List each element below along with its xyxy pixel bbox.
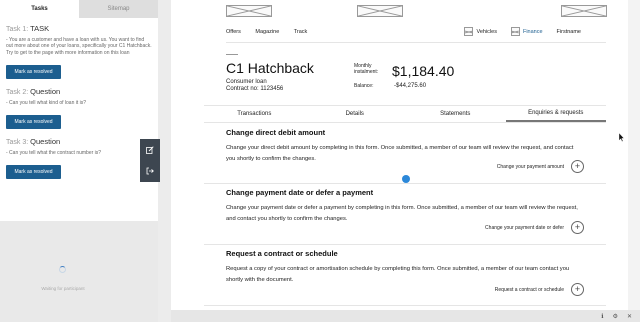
- nav-magazine[interactable]: Magazine: [255, 29, 279, 35]
- divider: [226, 54, 238, 55]
- plus-icon[interactable]: +: [571, 221, 584, 234]
- section-body: Request a copy of your contract or amort…: [226, 266, 570, 283]
- task-description: - Can you tell what the contract number …: [6, 150, 102, 157]
- tab-details[interactable]: Details: [305, 106, 406, 122]
- task-title: TASK: [30, 24, 50, 33]
- tab-tasks[interactable]: Tasks: [0, 0, 79, 18]
- monthly-instalment-value: $1,184.40: [392, 63, 455, 79]
- section-title: Request a contract or schedule: [226, 249, 338, 258]
- task-2: Task 2: Question - Can you tell what kin…: [6, 87, 152, 130]
- account-tabs: Transactions Details Statements Enquirie…: [204, 105, 606, 122]
- waiting-status: Waiting for participant: [41, 286, 85, 291]
- click-indicator-dot: [402, 175, 410, 183]
- banner-placeholder-right: [561, 5, 607, 17]
- info-icon[interactable]: ℹ: [601, 313, 603, 320]
- task-panel: Tasks Sitemap Task 1: TASK - You are a c…: [0, 0, 158, 322]
- change-payment-date-action[interactable]: Change your payment date or defer +: [485, 221, 584, 234]
- monthly-instalment-label: Monthly instalment:: [354, 63, 379, 75]
- section-title: Change direct debit amount: [226, 128, 326, 137]
- banner-placeholder: [357, 5, 403, 17]
- task-heading: Task 1: TASK: [6, 24, 152, 33]
- mark-resolved-button[interactable]: Mark as resolved: [6, 64, 61, 79]
- plus-icon[interactable]: +: [571, 160, 584, 173]
- mark-resolved-button[interactable]: Mark as resolved: [6, 115, 61, 130]
- user-firstname: Firstname: [556, 28, 581, 35]
- task-heading: Task 2: Question: [6, 87, 152, 96]
- exit-icon[interactable]: [140, 161, 160, 183]
- divider: [226, 42, 606, 43]
- status-bar: ℹ ⚙ ✕: [171, 310, 640, 322]
- action-label: Request a contract or schedule: [494, 286, 564, 293]
- mark-resolved-button[interactable]: Mark as resolved: [6, 165, 61, 180]
- task-label: Task 3:: [6, 139, 29, 147]
- divider: [204, 183, 606, 184]
- change-payment-amount-action[interactable]: Change your payment amount +: [497, 160, 584, 173]
- task-list: Task 1: TASK - You are a customer and ha…: [0, 18, 158, 221]
- nav-finance[interactable]: Finance: [510, 27, 543, 36]
- divider: [204, 305, 606, 306]
- settings-icon[interactable]: ⚙: [613, 313, 618, 320]
- loan-type: Consumer loan: [226, 79, 267, 85]
- action-label: Change your payment amount: [496, 163, 564, 170]
- finance-icon: [510, 27, 520, 36]
- nav-track[interactable]: Track: [294, 29, 308, 35]
- page-title: C1 Hatchback: [226, 60, 314, 76]
- loading-spinner-icon: [59, 266, 66, 273]
- task-description: - You are a customer and have a loan wit…: [6, 37, 152, 56]
- nav-vehicles-label: Vehicles: [476, 28, 497, 35]
- task-1: Task 1: TASK - You are a customer and ha…: [6, 24, 152, 79]
- account-nav: Vehicles Finance Firstname: [464, 27, 581, 36]
- task-description: - Can you tell what kind of loan it is?: [6, 99, 87, 106]
- tab-sitemap[interactable]: Sitemap: [79, 0, 158, 18]
- close-icon[interactable]: ✕: [627, 313, 632, 320]
- scrollbar[interactable]: [628, 0, 640, 310]
- task-title: Question: [30, 137, 61, 147]
- tab-enquiries-requests[interactable]: Enquiries & requests: [505, 106, 606, 122]
- section-direct-debit: Change direct debit amount Change your d…: [204, 128, 606, 164]
- section-title: Change payment date or defer a payment: [226, 188, 374, 197]
- balance-label: Balance:: [354, 83, 374, 89]
- side-toolbar: [140, 139, 160, 182]
- request-contract-action[interactable]: Request a contract or schedule +: [495, 283, 584, 296]
- edit-icon[interactable]: [140, 139, 160, 161]
- vehicles-icon: [464, 27, 474, 36]
- section-request-contract: Request a contract or schedule Request a…: [204, 249, 606, 285]
- contract-number: Contract no: 1123456: [226, 86, 284, 92]
- divider: [204, 244, 606, 245]
- task-title: Question: [30, 86, 61, 96]
- mouse-cursor-icon: [619, 133, 624, 142]
- task-heading: Task 3: Question: [6, 137, 152, 146]
- plus-icon[interactable]: +: [571, 283, 584, 296]
- task-label: Task 1:: [6, 26, 29, 33]
- panel-tabs: Tasks Sitemap: [0, 0, 158, 18]
- action-label: Change your payment date or defer: [485, 224, 564, 231]
- main-nav: Offers Magazine Track: [226, 29, 320, 35]
- nav-vehicles[interactable]: Vehicles: [464, 27, 497, 36]
- section-payment-date: Change payment date or defer a payment C…: [204, 188, 606, 224]
- nav-firstname[interactable]: Firstname: [557, 29, 581, 35]
- divider: [204, 122, 606, 123]
- logo-placeholder[interactable]: [226, 5, 272, 17]
- tab-transactions[interactable]: Transactions: [204, 106, 305, 122]
- nav-finance-label: Finance: [522, 28, 543, 35]
- nav-offers[interactable]: Offers: [226, 29, 241, 35]
- task-label: Task 2:: [6, 88, 29, 96]
- task-3: Task 3: Question - Can you tell what the…: [6, 137, 152, 180]
- account-page: Offers Magazine Track Vehicles Finance F…: [204, 0, 607, 310]
- tab-statements[interactable]: Statements: [405, 106, 506, 122]
- balance-value: -$44,275.60: [394, 83, 427, 89]
